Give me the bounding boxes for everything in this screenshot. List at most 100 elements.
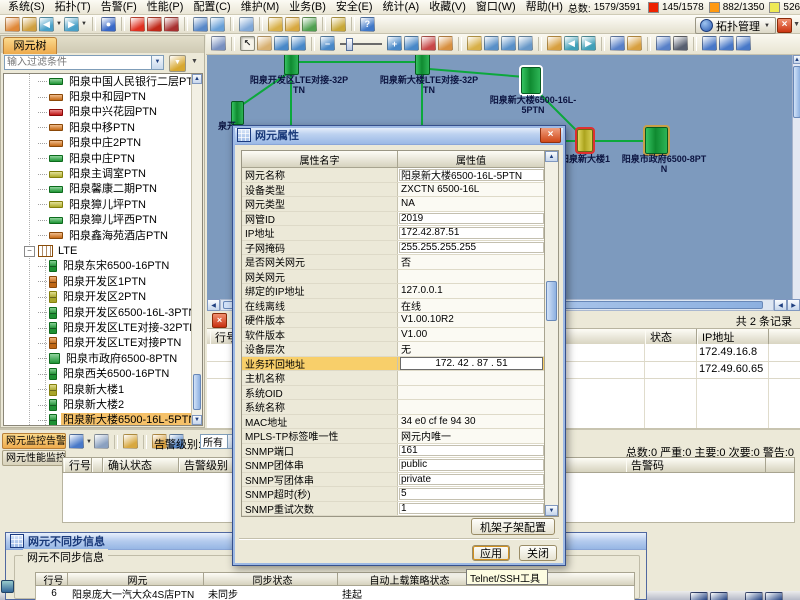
- forward-icon[interactable]: ▶: [64, 17, 79, 32]
- new-window-icon[interactable]: [193, 17, 208, 32]
- property-value[interactable]: V1.00.10R2: [398, 313, 545, 327]
- column-header[interactable]: 网元: [68, 573, 204, 585]
- column-header[interactable]: 同步状态: [204, 573, 338, 585]
- print-icon[interactable]: [94, 434, 109, 449]
- tree-item[interactable]: 阳泉主调室PTN: [4, 166, 203, 181]
- history-alarm-icon[interactable]: [147, 17, 162, 32]
- save-image-icon[interactable]: [484, 36, 499, 51]
- dialog-scrollbar[interactable]: ▲▼: [544, 151, 558, 516]
- scroll-right-button[interactable]: ▶: [787, 299, 800, 311]
- property-value[interactable]: 172.42.87.51: [399, 227, 544, 239]
- ne-node-xindalou-lte[interactable]: [415, 55, 430, 75]
- menu-item-M[interactable]: 维护(M): [236, 1, 285, 14]
- filter-dropdown-icon[interactable]: ▼: [151, 56, 163, 69]
- tree-item[interactable]: 阳泉中移PTN: [4, 120, 203, 135]
- export-icon[interactable]: [69, 434, 84, 449]
- ne-node-shizhengfu[interactable]: [645, 127, 668, 154]
- settings-gear-icon[interactable]: [211, 36, 226, 51]
- scroll-thumb[interactable]: [546, 281, 557, 321]
- zoom-reset-icon[interactable]: [421, 36, 436, 51]
- undo-icon[interactable]: [438, 36, 453, 51]
- tree-item[interactable]: 阳泉新大楼1: [4, 382, 203, 397]
- overview-icon[interactable]: [610, 36, 625, 51]
- filter-button[interactable]: ▼: [169, 55, 186, 72]
- up-level-icon[interactable]: [547, 36, 562, 51]
- edit-view-icon[interactable]: [501, 36, 516, 51]
- zoom-out-icon[interactable]: −: [320, 36, 335, 51]
- property-value[interactable]: 无: [398, 342, 545, 356]
- property-value[interactable]: 5: [399, 488, 544, 500]
- tab-ne-tree[interactable]: 网元树: [3, 37, 57, 54]
- chevron-down-icon[interactable]: ▼: [86, 439, 92, 445]
- tab-ne-alarm-monitor[interactable]: 网元监控告警: [2, 433, 66, 449]
- column-header[interactable]: 确认状态: [103, 458, 179, 472]
- scroll-thumb[interactable]: [793, 66, 800, 118]
- tree-item[interactable]: 阳泉开发区1PTN: [4, 274, 203, 289]
- chevron-down-icon[interactable]: ▼: [56, 21, 62, 27]
- pan-hand-icon[interactable]: [257, 36, 272, 51]
- property-value[interactable]: [398, 371, 545, 385]
- menu-item-A[interactable]: 统计(A): [378, 1, 425, 14]
- scroll-down-button[interactable]: ▼: [545, 505, 558, 516]
- back-icon[interactable]: ◀: [39, 17, 54, 32]
- pointer-icon[interactable]: ↖: [240, 36, 255, 51]
- property-value[interactable]: 2019: [399, 213, 544, 225]
- column-header[interactable]: [92, 458, 103, 472]
- scroll-left-button[interactable]: ◀: [207, 299, 220, 311]
- property-value[interactable]: public: [399, 459, 544, 471]
- delete-icon[interactable]: ×: [212, 313, 227, 328]
- property-value[interactable]: NA: [398, 197, 545, 211]
- column-header[interactable]: 状态: [645, 329, 697, 345]
- apply-button[interactable]: 应用: [472, 545, 510, 561]
- filter-more-icon[interactable]: ▼: [191, 58, 198, 65]
- dialog-titlebar[interactable]: 网元属性 ×: [233, 126, 565, 145]
- menu-item-F[interactable]: 告警(F): [96, 1, 142, 14]
- property-value[interactable]: 1: [399, 503, 544, 515]
- layout-grid-icon[interactable]: [719, 36, 734, 51]
- table-row[interactable]: 6阳泉庞大一汽大众4S店PTN未同步挂起: [35, 586, 635, 600]
- tree-item[interactable]: 阳泉中和园PTN: [4, 89, 203, 104]
- next-view-icon[interactable]: ▶: [581, 36, 596, 51]
- close-icon[interactable]: ×: [540, 127, 561, 143]
- property-value[interactable]: [398, 270, 545, 284]
- zoom-best-icon[interactable]: [404, 36, 419, 51]
- add-user-icon[interactable]: [5, 17, 20, 32]
- scroll-down-button[interactable]: ▼: [192, 415, 202, 425]
- filter-window-icon[interactable]: [656, 36, 671, 51]
- tree-filter-field[interactable]: ▼: [4, 55, 164, 70]
- zoom-in-icon[interactable]: +: [387, 36, 402, 51]
- menu-item-P[interactable]: 性能(P): [142, 1, 189, 14]
- unlock-icon[interactable]: [467, 36, 482, 51]
- loopback-address-input[interactable]: 172. 42 . 87 . 51: [400, 357, 543, 370]
- alarm-helmet-icon[interactable]: [164, 17, 179, 32]
- property-value[interactable]: [398, 400, 545, 414]
- percent-icon[interactable]: [302, 17, 317, 32]
- rack-config-button[interactable]: 机架子架配置: [471, 518, 555, 535]
- column-header[interactable]: 告警码: [626, 458, 766, 472]
- prev-view-icon[interactable]: ◀: [564, 36, 579, 51]
- property-value[interactable]: 172. 42 . 87 . 51: [398, 357, 545, 371]
- tree-item[interactable]: 阳泉中庄PTN: [4, 151, 203, 166]
- ack-icon[interactable]: [123, 434, 138, 449]
- property-value[interactable]: 34 e0 cf fe 94 30: [398, 415, 545, 429]
- zoom-select-icon[interactable]: [274, 36, 289, 51]
- tree-group-lte[interactable]: −LTE: [4, 243, 203, 258]
- menu-item-V[interactable]: 收藏(V): [424, 1, 471, 14]
- column-header[interactable]: 行号: [64, 458, 92, 472]
- property-value[interactable]: 阳泉新大楼6500-16L-5PTN: [399, 169, 544, 181]
- tree-item[interactable]: 阳泉开发区LTE对接PTN: [4, 336, 203, 351]
- tree-item[interactable]: 阳泉开发区6500-16L-3PTN: [4, 305, 203, 320]
- view-mode-combo[interactable]: 拓扑管理 ▼: [695, 17, 776, 34]
- property-value[interactable]: 255.255.255.255: [399, 242, 544, 254]
- tree-item[interactable]: 阳泉獐儿坪PTN: [4, 197, 203, 212]
- timer-icon[interactable]: [285, 17, 300, 32]
- property-value[interactable]: private: [399, 474, 544, 486]
- property-value[interactable]: 网元内唯一: [398, 429, 545, 443]
- tree-item[interactable]: 阳泉新大楼2: [4, 397, 203, 412]
- property-value[interactable]: 否: [398, 255, 545, 269]
- property-value[interactable]: 在线: [398, 299, 545, 313]
- legend-icon[interactable]: [518, 36, 533, 51]
- menu-item-B[interactable]: 业务(B): [284, 1, 331, 14]
- scroll-up-button[interactable]: ▲: [793, 55, 800, 64]
- snapshot-icon[interactable]: [239, 17, 254, 32]
